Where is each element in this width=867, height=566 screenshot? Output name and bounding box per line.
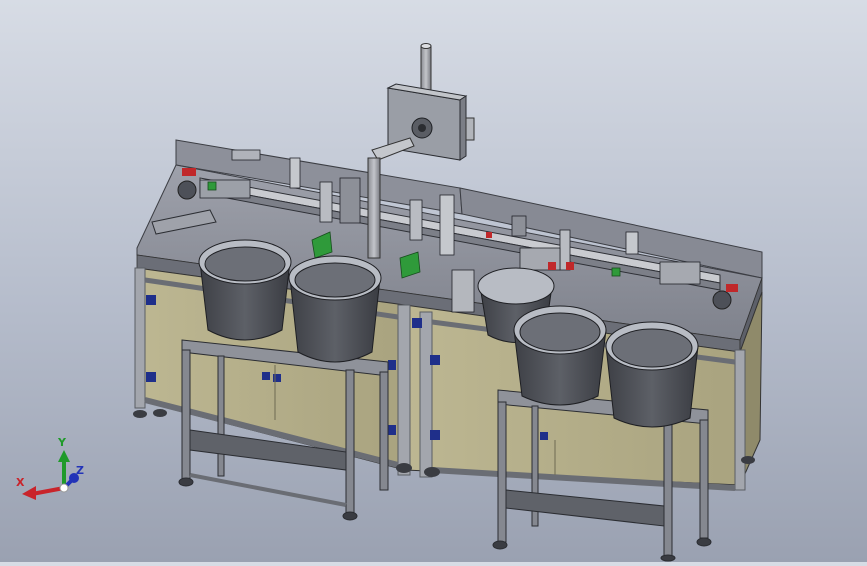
- axis-label-y: Y: [58, 436, 66, 449]
- axis-triad-graphic: [22, 450, 79, 500]
- conveyor-pulley-left: [177, 180, 197, 200]
- axis-label-x: X: [16, 476, 25, 489]
- bowl-feeder-4: [513, 305, 607, 406]
- conveyor-red-accent-right: [726, 284, 738, 292]
- conveyor-red-accent-left: [182, 168, 196, 176]
- machine-model[interactable]: [0, 0, 867, 562]
- axis-label-z: Z: [76, 464, 84, 477]
- bowl-feeder-1: [198, 239, 292, 341]
- bowl-feeder-5: [605, 321, 699, 428]
- bowl-feeder-2: [288, 255, 382, 363]
- conveyor-pulley-right: [712, 290, 732, 310]
- camera-support-column: [367, 157, 381, 259]
- axis-triad: X Y Z: [14, 436, 94, 508]
- cad-viewport[interactable]: X Y Z: [0, 0, 867, 562]
